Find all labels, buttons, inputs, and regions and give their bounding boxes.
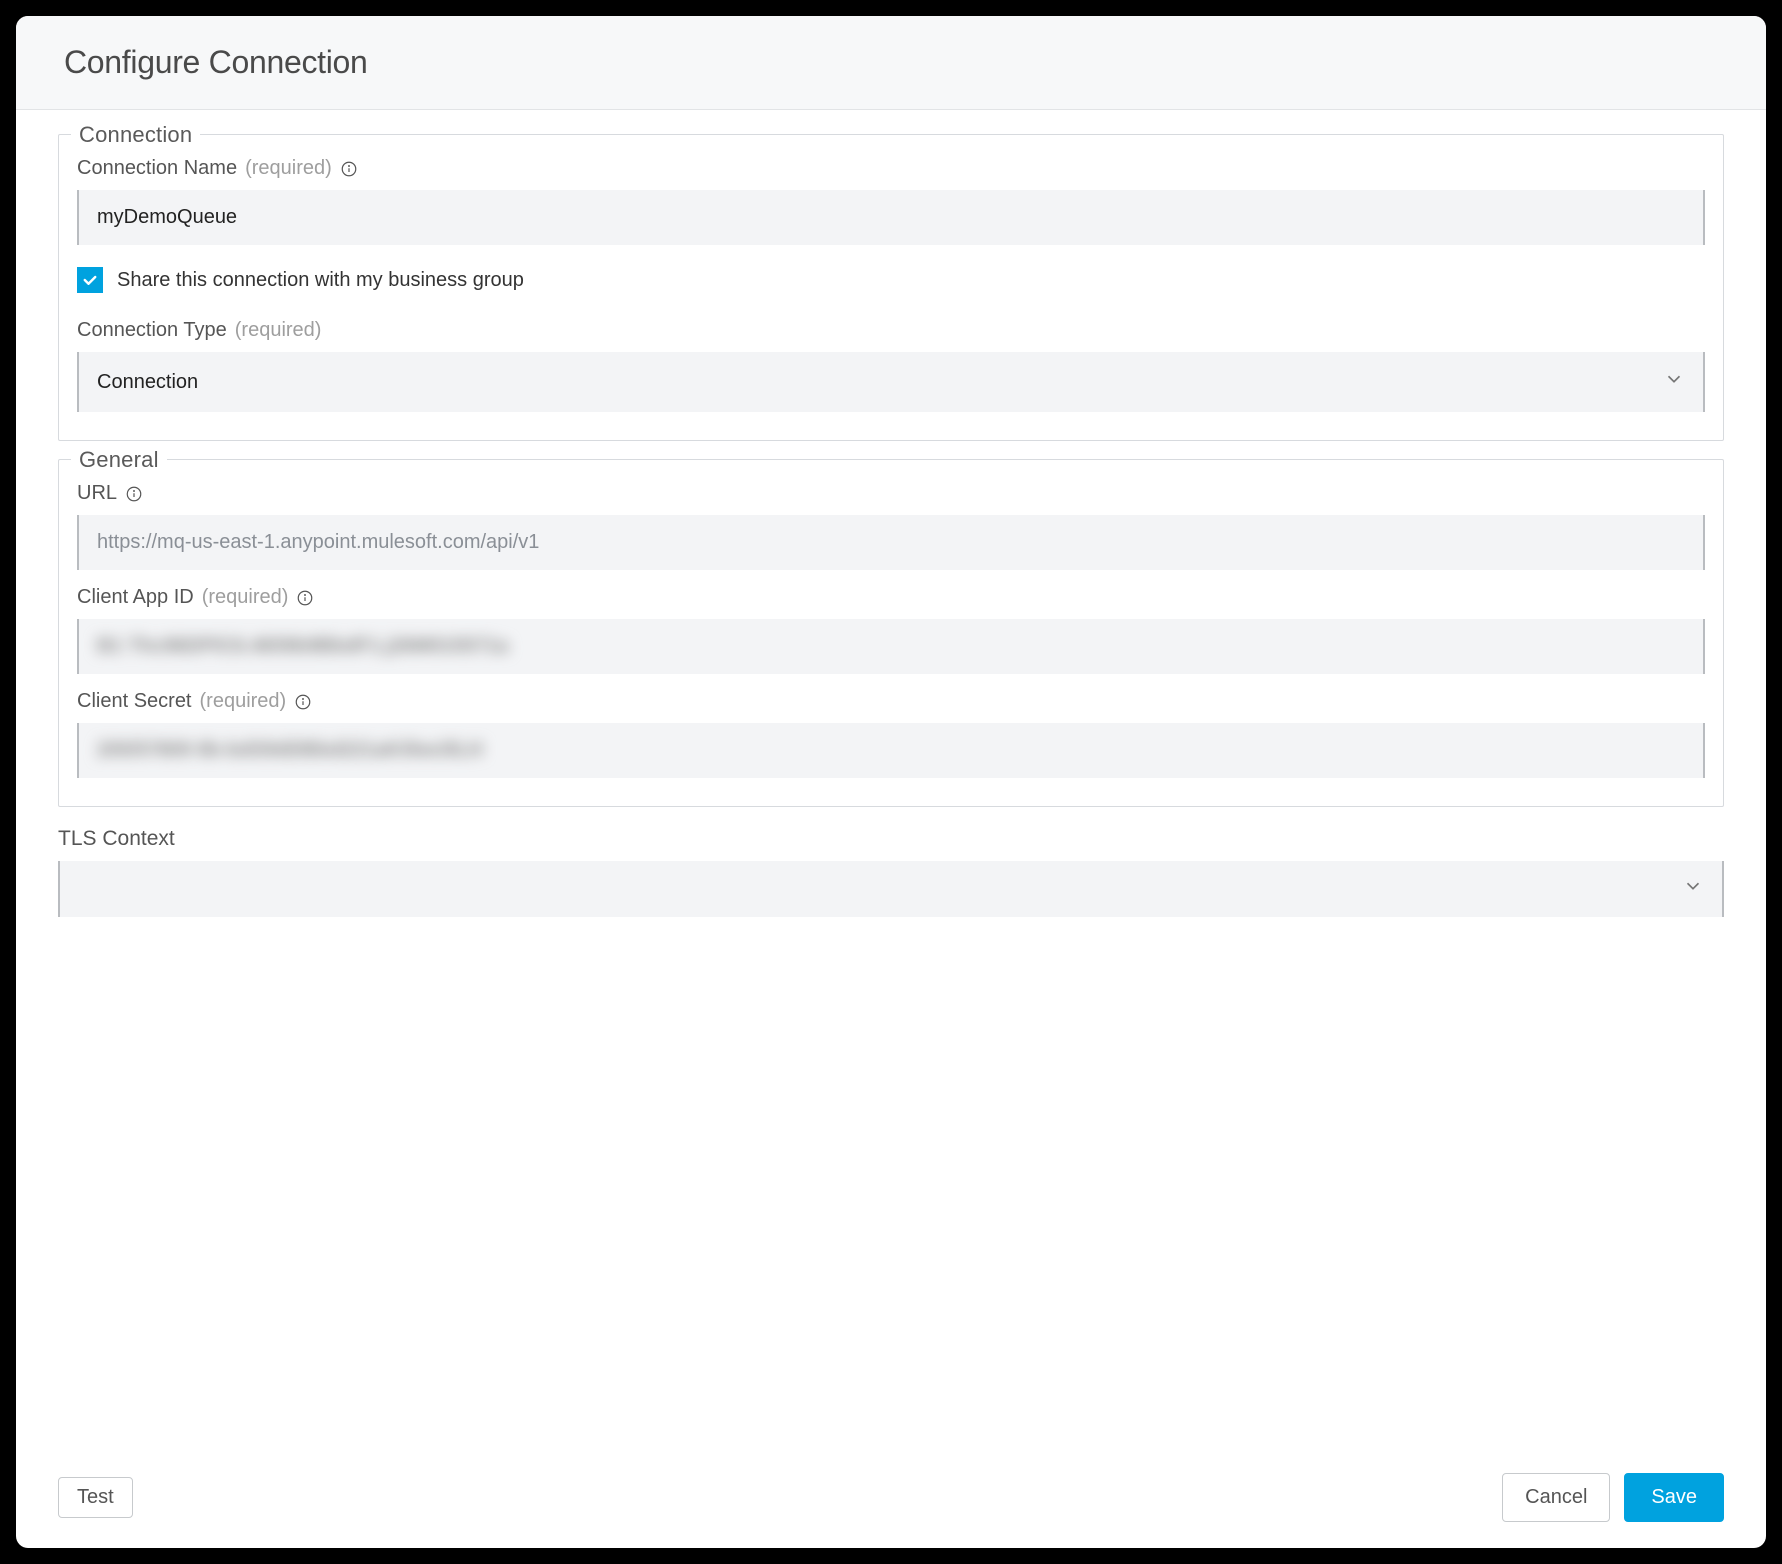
save-button[interactable]: Save (1624, 1473, 1724, 1522)
chevron-down-icon (1663, 368, 1685, 396)
configure-connection-panel: Configure Connection Connection Connecti… (16, 16, 1766, 1548)
cancel-button[interactable]: Cancel (1502, 1473, 1610, 1522)
required-marker: (required) (245, 157, 332, 180)
info-icon[interactable] (294, 693, 312, 711)
client-secret-label: Client Secret (77, 690, 192, 713)
chevron-down-icon (1682, 875, 1704, 903)
tls-context-select[interactable] (58, 861, 1724, 917)
panel-footer: Test Cancel Save (16, 1459, 1766, 1548)
connection-type-field: Connection Type (required) Connection (77, 319, 1705, 412)
connection-type-select[interactable]: Connection (77, 352, 1705, 412)
test-button[interactable]: Test (58, 1477, 133, 1518)
connection-name-input[interactable] (77, 190, 1705, 245)
general-legend: General (71, 447, 167, 473)
connection-name-field: Connection Name (required) (77, 157, 1705, 245)
connection-legend: Connection (71, 122, 200, 148)
info-icon[interactable] (125, 485, 143, 503)
share-connection-checkbox[interactable] (77, 267, 103, 293)
panel-header: Configure Connection (16, 16, 1766, 110)
required-marker: (required) (202, 586, 289, 609)
connection-type-value: Connection (97, 371, 198, 394)
share-connection-row[interactable]: Share this connection with my business g… (77, 267, 1705, 293)
client-secret-input[interactable]: 205/57809 8b-bdS9dDBbd221aKillee3lLH (77, 723, 1705, 778)
client-secret-value-masked: 205/57809 8b-bdS9dDBbd221aKillee3lLH (97, 739, 483, 761)
connection-group: Connection Connection Name (required) Sh… (58, 134, 1724, 441)
tls-context-field: TLS Context (58, 827, 1724, 917)
share-connection-label: Share this connection with my business g… (117, 269, 524, 292)
url-input[interactable] (77, 515, 1705, 570)
client-id-value-masked: B1 Thc96DPIC6.4659b9BbdF1.j26M015571a (97, 635, 508, 657)
connection-name-label: Connection Name (77, 157, 237, 180)
required-marker: (required) (200, 690, 287, 713)
required-marker: (required) (235, 319, 322, 342)
general-group: General URL Client App ID (required) (58, 459, 1724, 807)
client-id-input[interactable]: B1 Thc96DPIC6.4659b9BbdF1.j26M015571a (77, 619, 1705, 674)
tls-context-label: TLS Context (58, 827, 1724, 851)
url-label: URL (77, 482, 117, 505)
client-id-label: Client App ID (77, 586, 194, 609)
client-id-field: Client App ID (required) B1 Thc96DPIC6.4… (77, 586, 1705, 674)
info-icon[interactable] (296, 589, 314, 607)
url-field: URL (77, 482, 1705, 570)
client-secret-field: Client Secret (required) 205/57809 8b-bd… (77, 690, 1705, 778)
connection-type-label: Connection Type (77, 319, 227, 342)
page-title: Configure Connection (64, 44, 1718, 81)
panel-body: Connection Connection Name (required) Sh… (16, 110, 1766, 1459)
info-icon[interactable] (340, 160, 358, 178)
